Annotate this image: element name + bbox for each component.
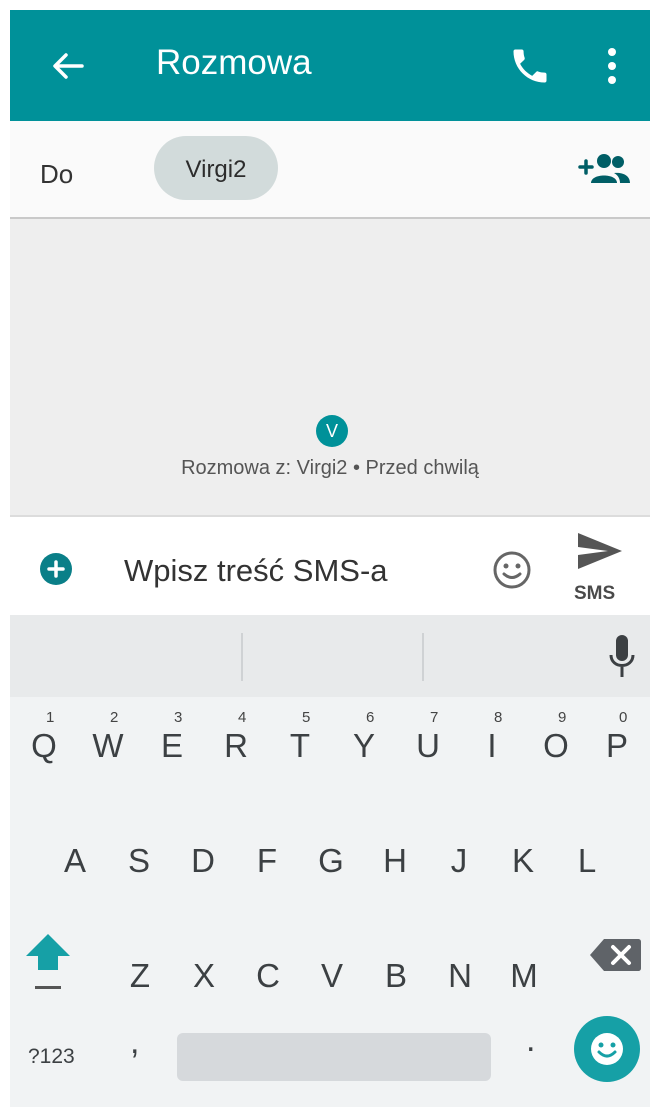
suggestion-divider [422,633,424,681]
backspace-icon[interactable] [588,935,642,975]
key-r[interactable]: 4R [205,703,267,773]
key-a[interactable]: A [44,818,106,888]
key-g[interactable]: G [300,818,362,888]
more-vert-icon[interactable] [600,44,624,88]
conversation-area: V Rozmowa z: Virgi2 • Przed chwilą [10,219,650,517]
avatar: V [316,415,348,447]
mic-icon[interactable] [608,633,636,679]
key-m[interactable]: M [493,933,555,1003]
key-x[interactable]: X [173,933,235,1003]
shift-icon[interactable] [22,930,74,996]
period-key[interactable]: . [526,1021,535,1060]
add-circle-icon[interactable] [40,553,72,585]
key-o[interactable]: 9O [525,703,587,773]
key-w[interactable]: 2W [77,703,139,773]
recipient-chip-label: Virgi2 [185,156,247,183]
add-person-icon[interactable] [576,151,632,187]
key-u[interactable]: 7U [397,703,459,773]
back-arrow-icon[interactable] [48,46,88,86]
emoji-key[interactable] [574,1016,640,1082]
key-f[interactable]: F [236,818,298,888]
key-e[interactable]: 3E [141,703,203,773]
recipients-bar: Do Virgi2 [10,121,650,219]
to-label: Do [40,159,74,189]
key-q[interactable]: 1Q [13,703,75,773]
page-title: Rozmowa [156,43,312,82]
symbols-key[interactable]: ?123 [28,1045,75,1069]
key-b[interactable]: B [365,933,427,1003]
key-p[interactable]: 0P [586,703,648,773]
send-icon[interactable] [576,531,624,571]
suggestion-divider [241,633,243,681]
app-bar: Rozmowa [10,10,650,121]
keyboard: 1Q 2W 3E 4R 5T 6Y 7U 8I 9O 0P A S D F G … [10,615,650,1107]
space-key[interactable] [177,1033,491,1081]
status-strip [0,0,650,10]
conversation-meta: Rozmowa z: Virgi2 • Przed chwilą [181,457,479,479]
key-c[interactable]: C [237,933,299,1003]
composer: Wpisz treść SMS-a SMS [10,517,650,615]
comma-key[interactable]: , [130,1023,139,1062]
suggestion-strip [10,615,650,697]
key-t[interactable]: 5T [269,703,331,773]
key-d[interactable]: D [172,818,234,888]
emoji-key-icon [591,1033,623,1065]
key-k[interactable]: K [492,818,554,888]
phone-icon[interactable] [508,44,552,88]
key-n[interactable]: N [429,933,491,1003]
emoji-icon[interactable] [492,550,532,590]
key-z[interactable]: Z [109,933,171,1003]
key-h[interactable]: H [364,818,426,888]
recipient-chip[interactable]: Virgi2 [154,136,278,200]
send-sms-label: SMS [574,583,616,604]
key-s[interactable]: S [108,818,170,888]
key-y[interactable]: 6Y [333,703,395,773]
key-l[interactable]: L [556,818,618,888]
message-input[interactable]: Wpisz treść SMS-a [124,553,388,589]
key-j[interactable]: J [428,818,490,888]
key-i[interactable]: 8I [461,703,523,773]
key-v[interactable]: V [301,933,363,1003]
